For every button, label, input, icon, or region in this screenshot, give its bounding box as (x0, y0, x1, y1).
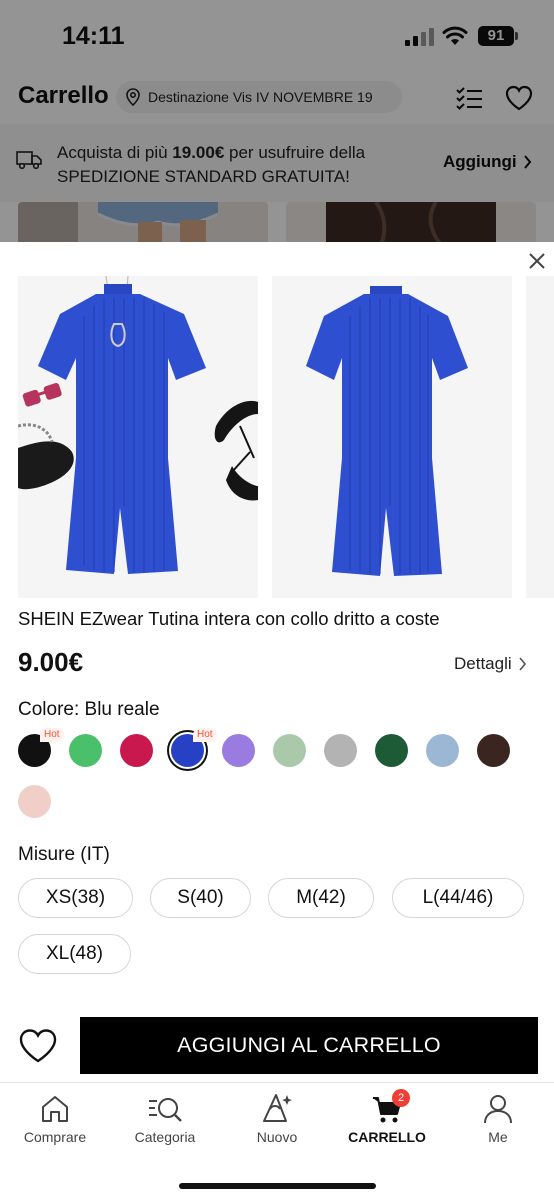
color-swatch-light-pink[interactable] (18, 785, 51, 818)
tab-label: CARRELLO (348, 1129, 426, 1145)
tab-categoria[interactable]: Categoria (110, 1093, 220, 1145)
close-icon[interactable] (526, 250, 548, 272)
color-swatch-dusty-blue[interactable] (426, 734, 459, 767)
tab-comprare[interactable]: Comprare (0, 1093, 110, 1145)
tab-label: Comprare (23, 1129, 87, 1145)
tab-label: Categoria (134, 1129, 196, 1145)
tab-nuovo[interactable]: Nuovo (222, 1093, 332, 1145)
background-cart-page: 14:11 91 Carrello Destinazione Vis IV NO… (0, 0, 554, 245)
bottom-tab-bar: Comprare Categoria Nuovo 2 CARRELLO Me (0, 1082, 554, 1200)
color-swatch-sage[interactable] (273, 734, 306, 767)
color-swatch-raspberry[interactable] (120, 734, 153, 767)
profile-icon (484, 1095, 512, 1124)
add-to-cart-button[interactable]: AGGIUNGI AL CARRELLO (80, 1017, 538, 1074)
size-option-m[interactable]: M(42) (268, 878, 374, 918)
product-image-next[interactable] (526, 276, 554, 598)
dim-overlay[interactable] (0, 0, 554, 245)
product-image-gallery[interactable] (18, 276, 554, 598)
product-image-back[interactable] (272, 276, 512, 598)
color-swatch-green[interactable] (69, 734, 102, 767)
size-option-l[interactable]: L(44/46) (392, 878, 524, 918)
hot-badge: Hot (40, 728, 64, 742)
new-sparkle-icon (263, 1094, 292, 1122)
size-option-xs[interactable]: XS(38) (18, 878, 133, 918)
size-label: Misure (IT) (18, 844, 110, 865)
details-link[interactable]: Dettagli (454, 654, 527, 674)
tab-label: Me (488, 1129, 508, 1145)
cart-count-badge: 2 (392, 1089, 410, 1107)
color-swatch-dark-brown[interactable] (477, 734, 510, 767)
color-swatch-heather-grey[interactable] (324, 734, 357, 767)
hot-badge: Hot (193, 728, 217, 742)
tab-carrello[interactable]: 2 CARRELLO (332, 1089, 442, 1145)
tab-me[interactable]: Me (443, 1093, 553, 1145)
size-option-xl[interactable]: XL(48) (18, 934, 131, 974)
color-label: Colore: Blu reale (18, 699, 160, 720)
category-search-icon (149, 1098, 182, 1122)
product-price: 9.00€ (18, 647, 84, 677)
size-option-s[interactable]: S(40) (150, 878, 251, 918)
color-swatch-dark-green[interactable] (375, 734, 408, 767)
product-options-sheet: SHEIN EZwear Tutina intera con collo dri… (0, 242, 554, 1200)
home-icon (42, 1096, 68, 1122)
tab-label: Nuovo (256, 1129, 298, 1145)
add-to-wishlist-heart-icon[interactable] (18, 1027, 58, 1065)
chevron-right-icon (519, 657, 526, 671)
product-title: SHEIN EZwear Tutina intera con collo dri… (18, 608, 440, 629)
color-swatch-lavender[interactable] (222, 734, 255, 767)
home-indicator[interactable] (179, 1183, 376, 1189)
product-image-front[interactable] (18, 276, 258, 598)
